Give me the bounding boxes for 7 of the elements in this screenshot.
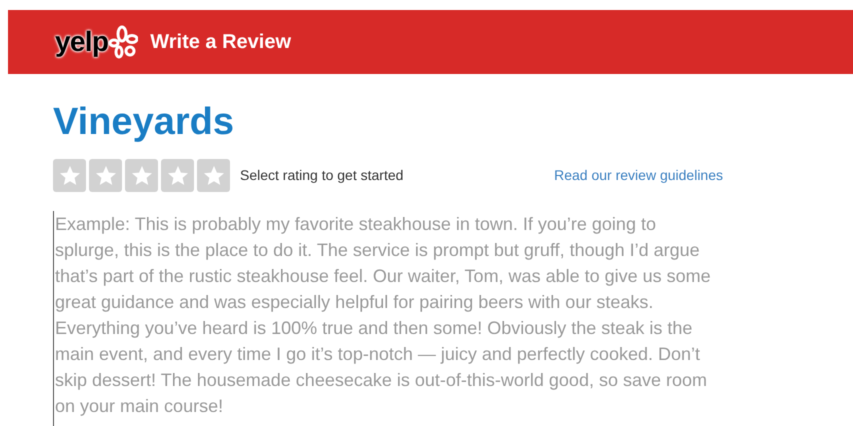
guidelines-link[interactable]: Read our review guidelines [554, 165, 723, 186]
rating-prompt: Select rating to get started [240, 166, 404, 185]
business-name: Vineyards [53, 100, 235, 144]
review-field[interactable]: Example: This is probably my favorite steakhouse in town. If you’re going to splurge, this is the place to do it. The service is prompt but gruff, though I’d argue that’s part of the rustic steakhouse feel. Our waiter, Tom, was able to give us some great guidance and was especially helpful for pairing beers with our steaks. Everything you’ve heard is 100% true and then some! Obviously the steak is the main event, and every time I go it’s top-notch — juicy and perfectly cooked. Don’t skip dessert! The housemade cheesecake is out-of-this-world good, so save room on your main course! [53, 211, 713, 426]
page-title: Write a Review [150, 30, 292, 55]
burst-logo-icon [108, 25, 138, 59]
logo-text[interactable]: yelp [55, 28, 108, 56]
